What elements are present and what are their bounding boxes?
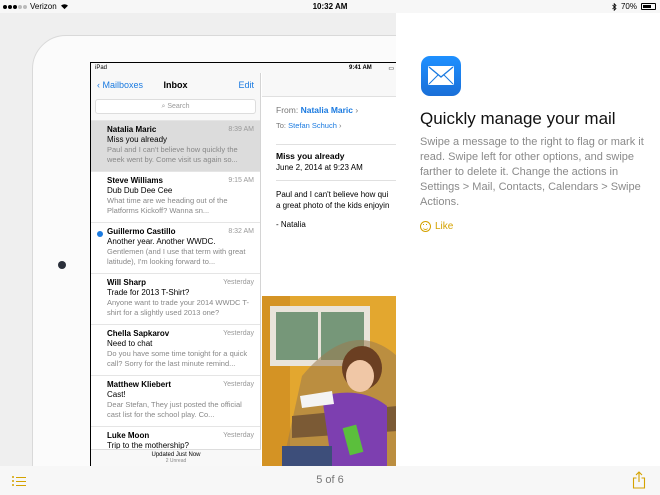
like-label: Like	[435, 221, 454, 232]
body-line: Paul and I can't believe how qui	[276, 190, 389, 199]
list-item[interactable]: Will Sharp Yesterday Trade for 2013 T-Shir…	[91, 273, 260, 324]
from-label: From:	[276, 105, 299, 115]
received-time: Yesterday	[223, 330, 254, 337]
edit-button[interactable]: Edit	[238, 80, 254, 90]
received-time: Yesterday	[223, 432, 254, 439]
received-time: 8:32 AM	[228, 228, 254, 235]
inner-device-label: iPad	[95, 65, 108, 71]
message-subject: Cast!	[107, 390, 126, 399]
recipient-name[interactable]: Stefan Schuch	[288, 121, 337, 130]
message-preview: Paul and I can't believe how quickly the…	[107, 145, 238, 164]
message-subject: Miss you already	[107, 135, 168, 144]
from-row: From: Natalia Maric ›	[276, 105, 383, 115]
mail-list-footer: Updated Just Now 2 Unread	[91, 449, 261, 466]
to-row: To: Stefan Schuch ›	[276, 121, 383, 130]
status-bar-right: 70%	[612, 2, 656, 11]
clock: 10:32 AM	[312, 2, 348, 11]
ipad-illustration: iPad 9:41 AM ▭ ‹ Mailboxes Inbox Edit ⌕ …	[0, 13, 396, 466]
message-preview: Gentlemen (and I use that term with grea…	[107, 247, 246, 266]
detail-toolbar	[262, 73, 396, 97]
message-subject: Need to chat	[107, 339, 153, 348]
status-bar: Verizon 10:32 AM 70%	[0, 0, 660, 13]
message-header: From: Natalia Maric › To: Stefan Schuch …	[262, 97, 396, 144]
like-button[interactable]: Like	[420, 221, 453, 232]
battery-percent: 70%	[620, 2, 637, 11]
body-line: a great photo of the kids enjoyin	[276, 201, 390, 210]
list-item[interactable]: Chella Sapkarov Yesterday Need to chat Do y…	[91, 324, 260, 375]
search-placeholder: Search	[167, 103, 190, 110]
tip-panel: Quickly manage your mail Swipe a message…	[396, 13, 660, 466]
message-date: June 2, 2014 at 9:23 AM	[276, 163, 363, 172]
message-preview: Anyone want to trade your 2014 WWDC T-sh…	[107, 298, 250, 317]
front-camera	[58, 261, 66, 269]
tip-headline: Quickly manage your mail	[420, 109, 616, 128]
received-time: 8:39 AM	[228, 126, 254, 133]
message-subject: Dub Dub Dee Cee	[107, 186, 173, 195]
ipad-screen: iPad 9:41 AM ▭ ‹ Mailboxes Inbox Edit ⌕ …	[90, 62, 396, 466]
mail-detail-pane: From: Natalia Maric › To: Stefan Schuch …	[262, 73, 396, 466]
unread-dot-icon	[97, 231, 103, 237]
smiley-icon	[420, 221, 431, 232]
inbox-title: Inbox	[163, 80, 188, 90]
received-time: Yesterday	[223, 381, 254, 388]
share-icon[interactable]	[632, 471, 646, 489]
signature: - Natalia	[276, 220, 306, 229]
bluetooth-icon	[612, 2, 617, 11]
to-label: To:	[276, 121, 287, 130]
message-subject: Miss you already	[276, 151, 345, 161]
list-item[interactable]: Steve Williams 9:15 AM Dub Dub Dee Cee What…	[91, 171, 260, 222]
page-indicator: 5 of 6	[316, 474, 344, 486]
message-preview: Do you have some time tonight for a quic…	[107, 349, 248, 368]
list-item[interactable]: Matthew Kliebert Yesterday Cast! Dear Stefa…	[91, 375, 260, 426]
tip-description: Swipe a message to the right to flag or …	[420, 136, 644, 208]
list-item[interactable]: Guillermo Castillo 8:32 AM Another year. A…	[91, 222, 260, 273]
attached-photo	[262, 296, 396, 466]
received-time: Yesterday	[223, 279, 254, 286]
received-time: 9:15 AM	[228, 177, 254, 184]
message-subject: Trade for 2013 T-Shirt?	[107, 288, 190, 297]
sender-name[interactable]: Natalia Maric	[301, 105, 353, 115]
mail-list-nav: ‹ Mailboxes Inbox Edit	[91, 73, 260, 97]
inner-status-bar: iPad 9:41 AM ▭	[91, 63, 396, 73]
list-item[interactable]: Natalia Maric 8:39 AM Miss you already Paul…	[91, 120, 260, 171]
chevron-right-icon: ›	[355, 105, 359, 115]
mail-list-pane: ‹ Mailboxes Inbox Edit ⌕ Search Natalia …	[91, 73, 261, 466]
battery-icon	[641, 3, 656, 10]
search-icon: ⌕	[161, 103, 166, 110]
inner-clock: 9:41 AM	[349, 65, 372, 71]
mail-list: Natalia Maric 8:39 AM Miss you already Paul…	[91, 120, 260, 466]
message-body: Paul and I can't believe how qui a great…	[262, 181, 396, 238]
unread-count: 2 Unread	[165, 458, 187, 464]
message-subject: Another year. Another WWDC.	[107, 237, 216, 246]
bottom-bar: 5 of 6	[0, 466, 660, 495]
search-input[interactable]: ⌕ Search	[95, 99, 256, 114]
mail-app-icon	[421, 56, 461, 96]
chevron-right-icon: ›	[339, 121, 342, 130]
inner-battery-icon: ▭	[388, 66, 394, 72]
message-preview: What time are we heading out of the Plat…	[107, 196, 228, 215]
message-preview: Dear Stefan, They just posted the offici…	[107, 400, 242, 419]
